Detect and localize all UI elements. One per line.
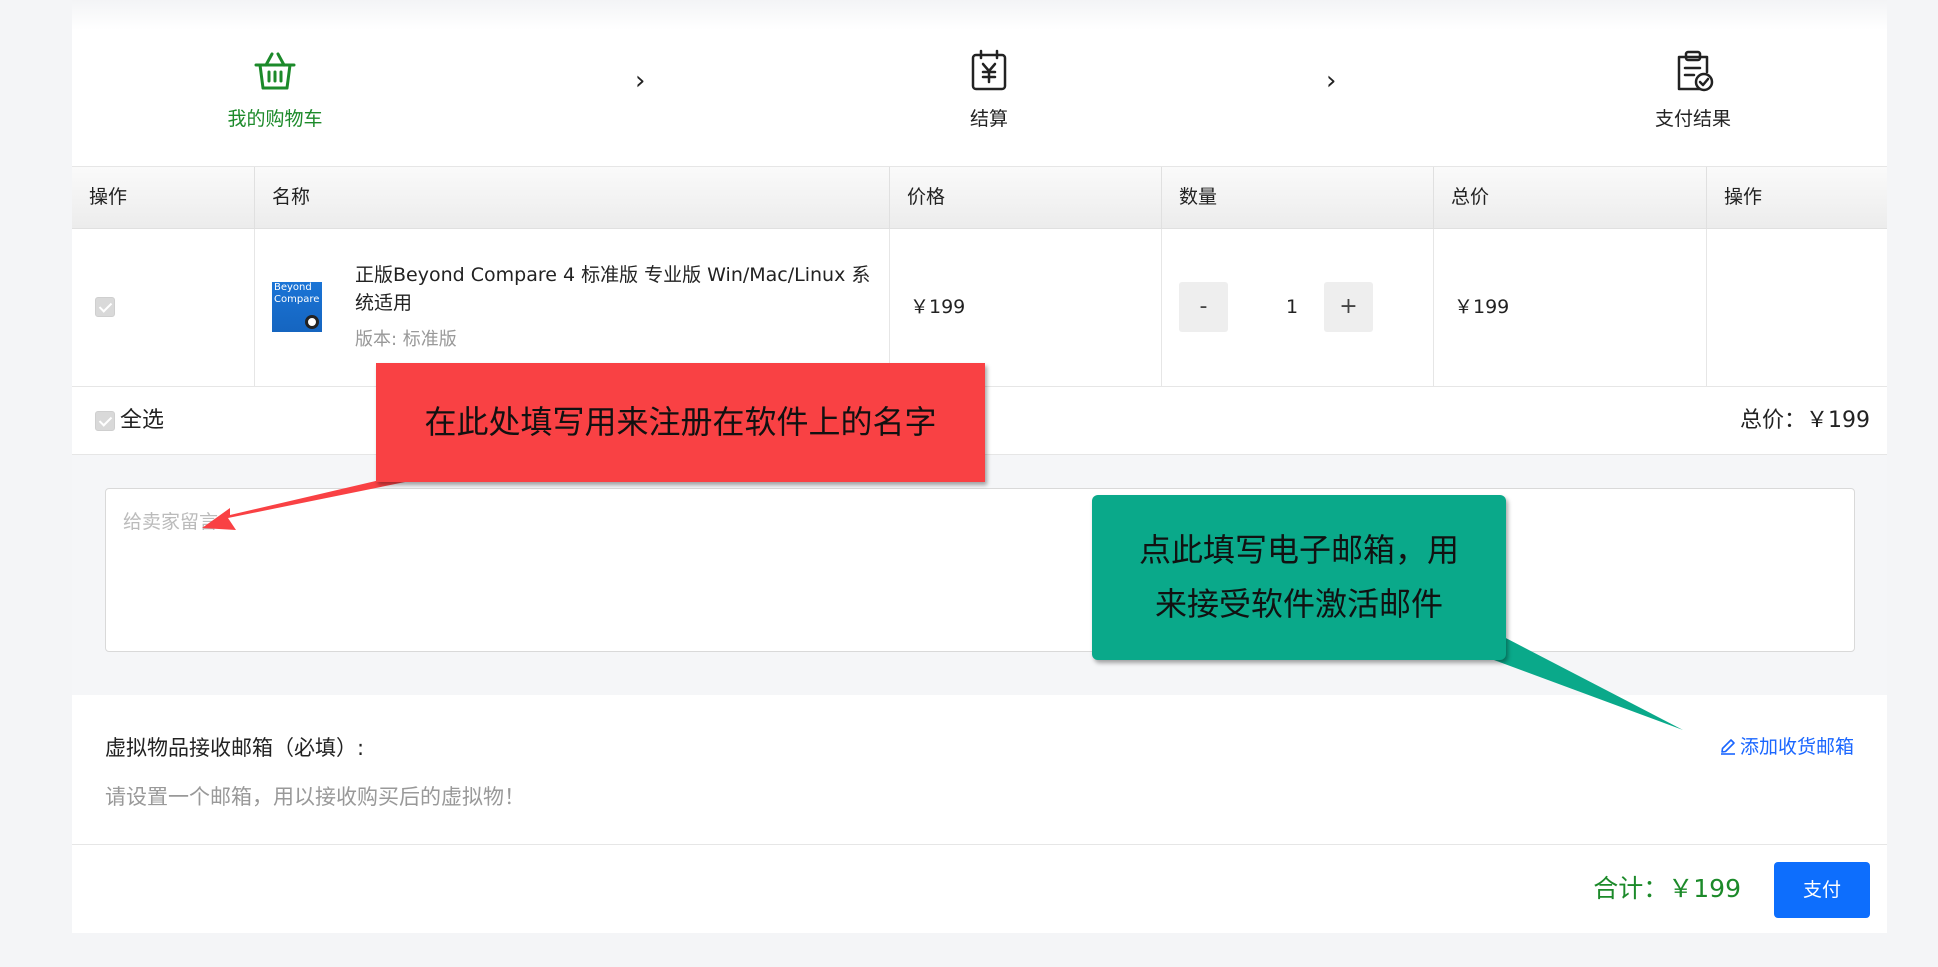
row-action-cell (1706, 229, 1887, 386)
edit-icon (1720, 739, 1735, 755)
chevron-right-icon: › (635, 66, 646, 96)
select-all-checkbox[interactable] (95, 411, 115, 431)
product-version: 版本: 标准版 (355, 329, 457, 350)
email-section: 虚拟物品接收邮箱（必填）: 请设置一个邮箱，用以接收购买后的虚拟物！ 添加收货邮… (72, 696, 1887, 845)
row-select-cell (72, 229, 254, 386)
header-total: 总价 (1433, 167, 1706, 228)
cart-table-header: 操作 名称 价格 数量 总价 操作 (72, 167, 1887, 229)
message-area: 给卖家留言 (72, 455, 1887, 695)
yuan-calendar-icon (971, 49, 1007, 91)
header-name: 名称 (254, 167, 889, 228)
header-price: 价格 (889, 167, 1161, 228)
product-name[interactable]: 正版Beyond Compare 4 标准版 专业版 Win/Mac/Linux… (355, 261, 885, 317)
row-total-cell: ￥199 (1433, 229, 1706, 386)
thumb-text: Beyond (274, 282, 312, 293)
header-action: 操作 (89, 186, 128, 208)
step-label: 支付结果 (1654, 108, 1731, 130)
annotation-green-line1: 点此填写电子邮箱，用 (1138, 531, 1459, 569)
pay-button[interactable]: 支付 (1774, 862, 1870, 918)
logo-icon (305, 315, 319, 329)
quantity-value[interactable]: 1 (1260, 282, 1324, 332)
product-thumbnail[interactable]: Beyond Compare (272, 282, 322, 332)
decrease-quantity-button[interactable]: - (1179, 282, 1228, 332)
step-checkout[interactable]: 结算 (909, 48, 1069, 131)
clipboard-check-icon (1677, 50, 1714, 92)
row-checkbox[interactable] (95, 297, 115, 317)
thumb-text: Compare (274, 294, 320, 305)
chevron-right-icon: › (1326, 66, 1337, 96)
order-sum: 合计：￥199 (1593, 874, 1741, 903)
header-quantity: 数量 (1161, 167, 1433, 228)
step-my-cart[interactable]: 我的购物车 (195, 48, 355, 131)
checkout-steps: 我的购物车 › 结算 › 支付结果 (72, 0, 1887, 167)
add-email-label: 添加收货邮箱 (1739, 736, 1854, 758)
add-email-link[interactable]: 添加收货邮箱 (1719, 732, 1854, 759)
basket-icon (254, 52, 296, 90)
header-action-2: 操作 (1706, 167, 1887, 228)
email-hint: 请设置一个邮箱，用以接收购买后的虚拟物！ (105, 785, 525, 809)
row-quantity-cell: - 1 + (1161, 229, 1433, 386)
annotation-green-line2: 来接受软件激活邮件 (1154, 585, 1443, 623)
total-price: 总价：￥199 (1740, 408, 1870, 433)
step-label: 我的购物车 (227, 108, 323, 130)
increase-quantity-button[interactable]: + (1324, 282, 1373, 332)
annotation-red-callout: 在此处填写用来注册在软件上的名字 (376, 363, 985, 482)
order-footer: 合计：￥199 支付 (72, 845, 1887, 933)
step-label: 结算 (969, 108, 1008, 130)
step-payment-result[interactable]: 支付结果 (1613, 48, 1773, 131)
annotation-green-callout: 点此填写电子邮箱，用 来接受软件激活邮件 (1092, 495, 1506, 660)
row-total: ￥199 (1454, 296, 1510, 318)
seller-message-input[interactable]: 给卖家留言 (105, 488, 1855, 652)
email-title: 虚拟物品接收邮箱（必填）: (105, 736, 365, 760)
select-all-label[interactable]: 全选 (120, 387, 164, 454)
